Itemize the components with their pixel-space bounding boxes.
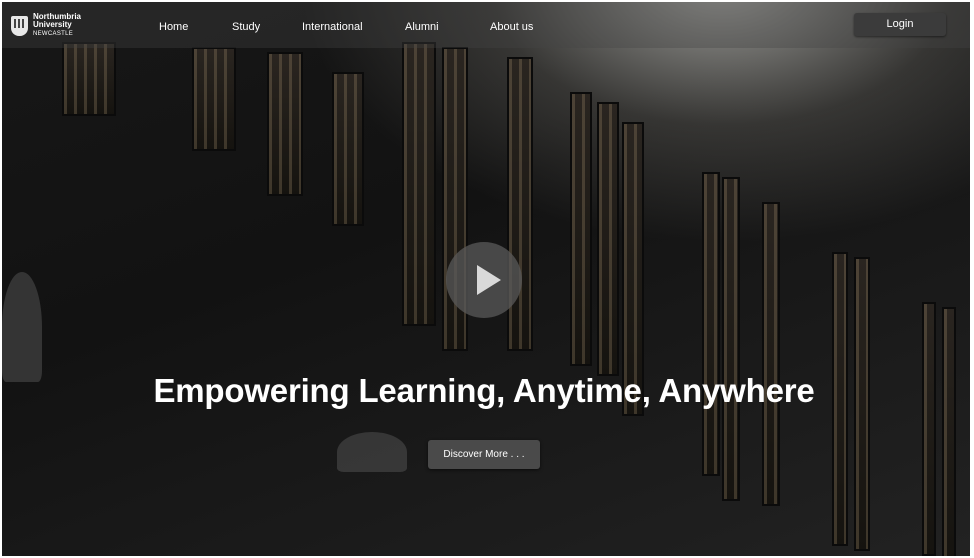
- crest-icon: [11, 15, 28, 36]
- hero-headline: Empowering Learning, Anytime, Anywhere: [153, 372, 815, 409]
- top-navigation-bar: Northumbria University NEWCASTLE Home St…: [2, 2, 970, 48]
- university-logo[interactable]: Northumbria University NEWCASTLE: [11, 13, 81, 38]
- brand-name-line2: University: [33, 20, 72, 29]
- play-button[interactable]: [446, 242, 522, 318]
- nav-international[interactable]: International: [302, 21, 363, 33]
- brand-name-line3: NEWCASTLE: [33, 31, 74, 37]
- play-icon: [477, 265, 501, 295]
- discover-more-button[interactable]: Discover More . . .: [428, 440, 540, 469]
- nav-study[interactable]: Study: [232, 21, 260, 33]
- login-button[interactable]: Login: [854, 13, 946, 36]
- nav-alumni[interactable]: Alumni: [405, 21, 439, 33]
- nav-about-us[interactable]: About us: [490, 21, 533, 33]
- page: Northumbria University NEWCASTLE Home St…: [0, 0, 974, 558]
- logo-text: Northumbria University NEWCASTLE: [33, 13, 81, 38]
- nav-home[interactable]: Home: [159, 21, 188, 33]
